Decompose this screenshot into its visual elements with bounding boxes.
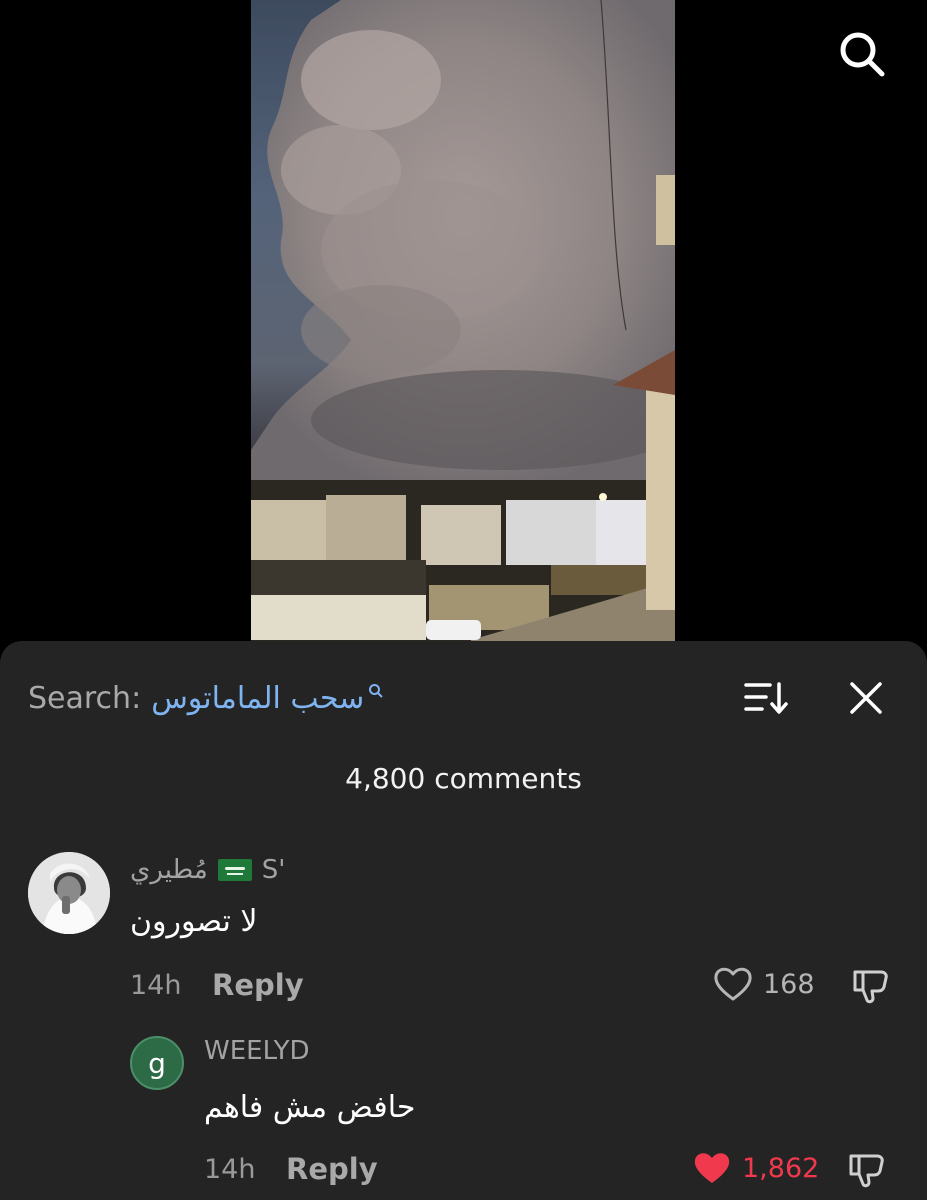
- comment-timestamp: 14h: [204, 1154, 256, 1185]
- video-player[interactable]: [251, 0, 675, 660]
- dislike-icon: [853, 970, 888, 1004]
- dislike-icon: [849, 1154, 884, 1188]
- saudi-flag-icon: [217, 859, 252, 881]
- video-frame-image: [251, 0, 675, 660]
- avatar[interactable]: [28, 852, 110, 934]
- like-count: 168: [763, 968, 815, 1000]
- heart-outline-icon: [714, 967, 752, 1001]
- avatar-letter: g: [148, 1046, 166, 1080]
- comment-search-bar[interactable]: Search: سحب الماماتوس: [28, 674, 384, 722]
- reply-button[interactable]: Reply: [286, 1152, 378, 1186]
- sort-icon: [744, 682, 788, 714]
- sort-button[interactable]: [740, 674, 792, 722]
- comment-username[interactable]: مُطيري S': [130, 852, 285, 888]
- search-label: Search:: [28, 680, 142, 716]
- comment-timestamp: 14h: [130, 970, 182, 1001]
- dislike-button[interactable]: [845, 1148, 889, 1192]
- search-button[interactable]: [834, 26, 890, 82]
- comment-username[interactable]: WEELYD: [204, 1036, 310, 1066]
- search-icon: [369, 684, 384, 698]
- dislike-button[interactable]: [849, 964, 893, 1008]
- like-button[interactable]: 168: [713, 966, 815, 1002]
- like-count: 1,862: [742, 1152, 820, 1184]
- username-suffix: S': [261, 855, 286, 885]
- heart-filled-icon: [694, 1153, 730, 1183]
- close-button[interactable]: [840, 672, 892, 724]
- comment-text: حافض مش فاهم: [204, 1090, 416, 1125]
- close-icon: [850, 682, 882, 714]
- comment-text: لا تصورون: [130, 904, 258, 939]
- search-icon: [840, 32, 885, 77]
- like-button[interactable]: 1,862: [692, 1150, 819, 1186]
- username-text: مُطيري: [130, 855, 208, 885]
- search-query-link[interactable]: سحب الماماتوس: [151, 681, 364, 716]
- reply-button[interactable]: Reply: [212, 968, 304, 1002]
- avatar[interactable]: g: [130, 1036, 184, 1090]
- avatar-image: [28, 852, 110, 934]
- comments-count: 4,800 comments: [345, 762, 582, 795]
